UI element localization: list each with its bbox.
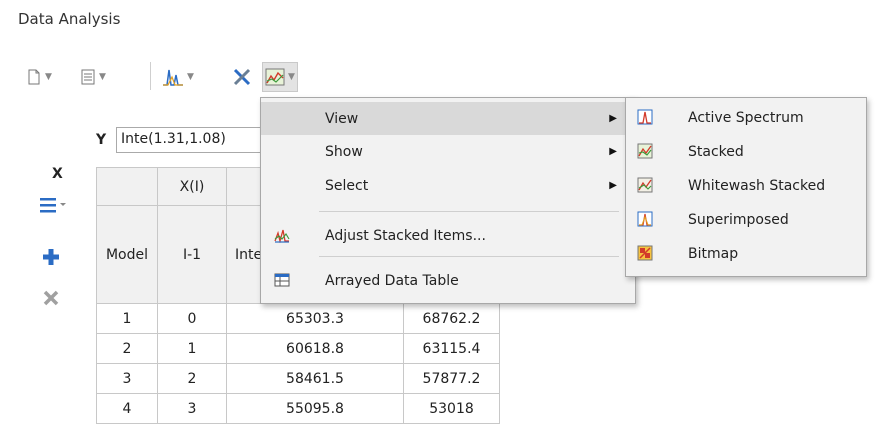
table-cell[interactable]: 60618.8 <box>226 333 404 364</box>
table-row[interactable]: 2 1 60618.8 63115.4 <box>96 333 500 364</box>
menu-item-label: View <box>325 110 359 127</box>
chevron-down-icon: ▼ <box>288 72 295 82</box>
submenu-item-label: Bitmap <box>688 246 739 262</box>
list-options-button[interactable] <box>40 196 68 214</box>
table-cell[interactable]: 1 <box>96 303 158 334</box>
delete-row-button[interactable] <box>43 290 59 306</box>
submenu-item-superimposed[interactable]: Superimposed <box>626 203 864 237</box>
menu-item-select[interactable]: Select ▶ <box>261 169 633 202</box>
menu-item-adjust-stacked[interactable]: Adjust Stacked Items... <box>261 219 633 252</box>
toolbar-divider <box>150 62 151 90</box>
table-row[interactable]: 1 0 65303.3 68762.2 <box>96 303 500 334</box>
chart-view-icon <box>265 68 285 86</box>
table-cell[interactable]: 53018 <box>403 393 500 424</box>
table-cell[interactable]: 0 <box>157 303 227 334</box>
table-cell[interactable]: 65303.3 <box>226 303 404 334</box>
table-cell[interactable]: 57877.2 <box>403 363 500 394</box>
superimposed-icon <box>637 211 653 227</box>
worksheet-button[interactable]: ▼ <box>80 64 106 90</box>
window-title: Data Analysis <box>18 10 121 28</box>
tools-icon <box>233 68 251 86</box>
peak-analysis-button[interactable]: ▼ <box>162 64 194 90</box>
chevron-down-icon: ▼ <box>99 72 106 82</box>
table-cell[interactable]: 4 <box>96 393 158 424</box>
submenu-item-label: Whitewash Stacked <box>688 178 826 194</box>
arrayed-table-icon <box>274 272 290 288</box>
table-cell[interactable]: 63115.4 <box>403 333 500 364</box>
table-cell[interactable]: 68762.2 <box>403 303 500 334</box>
table-cell[interactable]: 3 <box>157 393 227 424</box>
submenu-arrow-icon: ▶ <box>609 113 617 124</box>
table-cell[interactable]: 55095.8 <box>226 393 404 424</box>
menu-item-label: Adjust Stacked Items... <box>325 227 486 244</box>
table-cell[interactable]: 1 <box>157 333 227 364</box>
chart-view-button[interactable]: ▼ <box>262 62 298 92</box>
new-document-icon <box>28 69 40 85</box>
menu-item-label: Show <box>325 143 363 160</box>
menu-item-arrayed-data-table[interactable]: Arrayed Data Table <box>261 264 633 297</box>
submenu-item-active-spectrum[interactable]: Active Spectrum <box>626 101 864 135</box>
submenu-item-label: Stacked <box>688 144 744 160</box>
submenu-item-bitmap[interactable]: Bitmap <box>626 237 864 271</box>
submenu-item-whitewash-stacked[interactable]: Whitewash Stacked <box>626 169 864 203</box>
view-submenu: Active Spectrum Stacked Whitewash Stacke… <box>625 97 867 277</box>
tools-button[interactable] <box>232 64 252 90</box>
adjust-stacked-icon <box>274 227 290 243</box>
submenu-item-label: Superimposed <box>688 212 789 228</box>
column-header[interactable] <box>96 167 158 206</box>
stacked-icon <box>637 143 653 159</box>
submenu-arrow-icon: ▶ <box>609 180 617 191</box>
peak-analysis-icon <box>163 69 183 86</box>
menu-item-label: Arrayed Data Table <box>325 272 459 289</box>
bitmap-icon <box>637 245 653 261</box>
active-spectrum-icon <box>637 109 653 125</box>
new-document-button[interactable]: ▼ <box>26 64 52 90</box>
y-axis-label: Y <box>96 132 107 148</box>
column-header[interactable]: Model <box>96 205 158 304</box>
submenu-arrow-icon: ▶ <box>609 146 617 157</box>
submenu-item-label: Active Spectrum <box>688 110 804 126</box>
menu-item-show[interactable]: Show ▶ <box>261 135 633 168</box>
chart-context-menu: View ▶ Show ▶ Select ▶ Adjust Stacked It… <box>260 97 636 304</box>
x-axis-label: X <box>52 166 63 182</box>
menu-item-view[interactable]: View ▶ <box>261 102 633 135</box>
table-cell[interactable]: 2 <box>157 363 227 394</box>
column-header[interactable]: I-1 <box>157 205 227 304</box>
menu-divider <box>319 211 619 212</box>
table-row[interactable]: 4 3 55095.8 53018 <box>96 393 500 424</box>
table-cell[interactable]: 2 <box>96 333 158 364</box>
close-icon <box>43 290 59 306</box>
whitewash-stacked-icon <box>637 177 653 193</box>
list-menu-icon <box>40 198 66 213</box>
worksheet-icon <box>81 69 95 85</box>
chevron-down-icon: ▼ <box>187 72 194 82</box>
plus-icon <box>43 249 59 265</box>
table-cell[interactable]: 58461.5 <box>226 363 404 394</box>
submenu-item-stacked[interactable]: Stacked <box>626 135 864 169</box>
add-row-button[interactable] <box>42 248 60 266</box>
table-cell[interactable]: 3 <box>96 363 158 394</box>
column-header[interactable]: X(I) <box>157 167 227 206</box>
menu-divider <box>319 256 619 257</box>
menu-item-label: Select <box>325 177 369 194</box>
table-row[interactable]: 3 2 58461.5 57877.2 <box>96 363 500 394</box>
chevron-down-icon: ▼ <box>45 72 52 82</box>
y-expression-field[interactable]: Inte(1.31,1.08) <box>116 127 266 153</box>
